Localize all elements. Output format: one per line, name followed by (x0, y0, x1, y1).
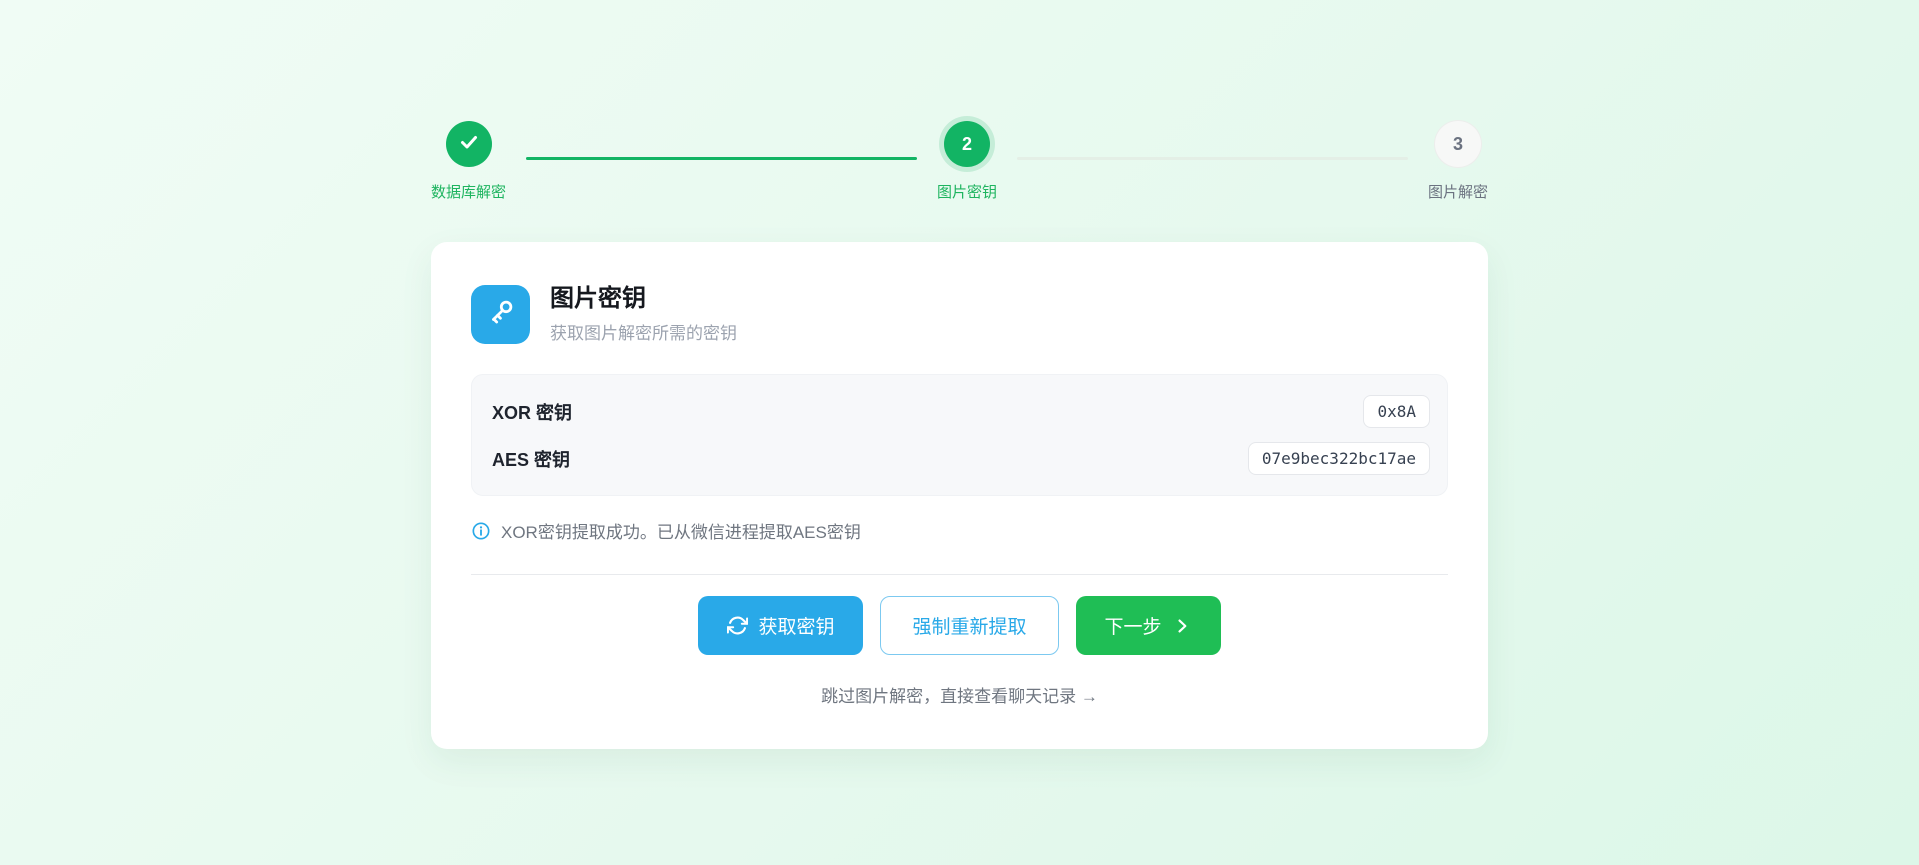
image-key-card: 图片密钥 获取图片解密所需的密钥 XOR 密钥 0x8A AES 密钥 07e9… (431, 242, 1488, 749)
chevron-right-icon (1172, 616, 1192, 636)
aes-key-value: 07e9bec322bc17ae (1248, 442, 1430, 475)
step-database-decrypt: 数据库解密 (431, 121, 506, 202)
step3-label: 图片解密 (1428, 181, 1488, 202)
skip-row: 跳过图片解密，直接查看聊天记录 → (471, 682, 1448, 707)
fetch-key-button[interactable]: 获取密钥 (698, 596, 863, 655)
step3-pending-circle: 3 (1435, 121, 1481, 167)
card-subtitle: 获取图片解密所需的密钥 (550, 319, 737, 344)
action-buttons-row: 获取密钥 强制重新提取 下一步 (471, 596, 1448, 655)
step-image-decrypt: 3 图片解密 (1428, 121, 1488, 202)
next-step-label: 下一步 (1105, 612, 1162, 639)
fetch-key-label: 获取密钥 (758, 612, 834, 639)
step1-label: 数据库解密 (431, 181, 506, 202)
info-icon (471, 521, 491, 541)
status-message: XOR密钥提取成功。已从微信进程提取AES密钥 (501, 518, 861, 543)
stepper-connector-pending (1017, 157, 1408, 160)
xor-key-label: XOR 密钥 (492, 399, 572, 425)
aes-key-label: AES 密钥 (492, 446, 570, 472)
aes-key-row: AES 密钥 07e9bec322bc17ae (492, 435, 1430, 482)
step2-label: 图片密钥 (937, 181, 997, 202)
divider (471, 574, 1448, 575)
stepper-connector-done (526, 157, 917, 160)
skip-image-decrypt-link[interactable]: 跳过图片解密，直接查看聊天记录 → (821, 687, 1098, 706)
refresh-icon (727, 615, 748, 636)
step-image-key: 2 图片密钥 (937, 121, 997, 202)
force-reextract-button[interactable]: 强制重新提取 (880, 596, 1058, 655)
key-icon (485, 296, 517, 333)
xor-key-row: XOR 密钥 0x8A (492, 388, 1430, 435)
key-icon-badge (471, 285, 530, 344)
card-header: 图片密钥 获取图片解密所需的密钥 (471, 285, 1448, 344)
wizard-stepper: 数据库解密 2 图片密钥 3 图片解密 (431, 121, 1488, 202)
check-icon (457, 130, 481, 159)
card-heading-text: 图片密钥 获取图片解密所需的密钥 (550, 285, 737, 344)
step2-active-circle: 2 (944, 121, 990, 167)
xor-key-value: 0x8A (1363, 395, 1430, 428)
page-content: 数据库解密 2 图片密钥 3 图片解密 (431, 0, 1488, 749)
status-message-row: XOR密钥提取成功。已从微信进程提取AES密钥 (471, 518, 1448, 543)
force-reextract-label: 强制重新提取 (912, 612, 1026, 639)
key-values-panel: XOR 密钥 0x8A AES 密钥 07e9bec322bc17ae (471, 374, 1448, 496)
next-step-button[interactable]: 下一步 (1076, 596, 1221, 655)
card-title: 图片密钥 (550, 285, 737, 314)
step1-complete-circle (446, 121, 492, 167)
